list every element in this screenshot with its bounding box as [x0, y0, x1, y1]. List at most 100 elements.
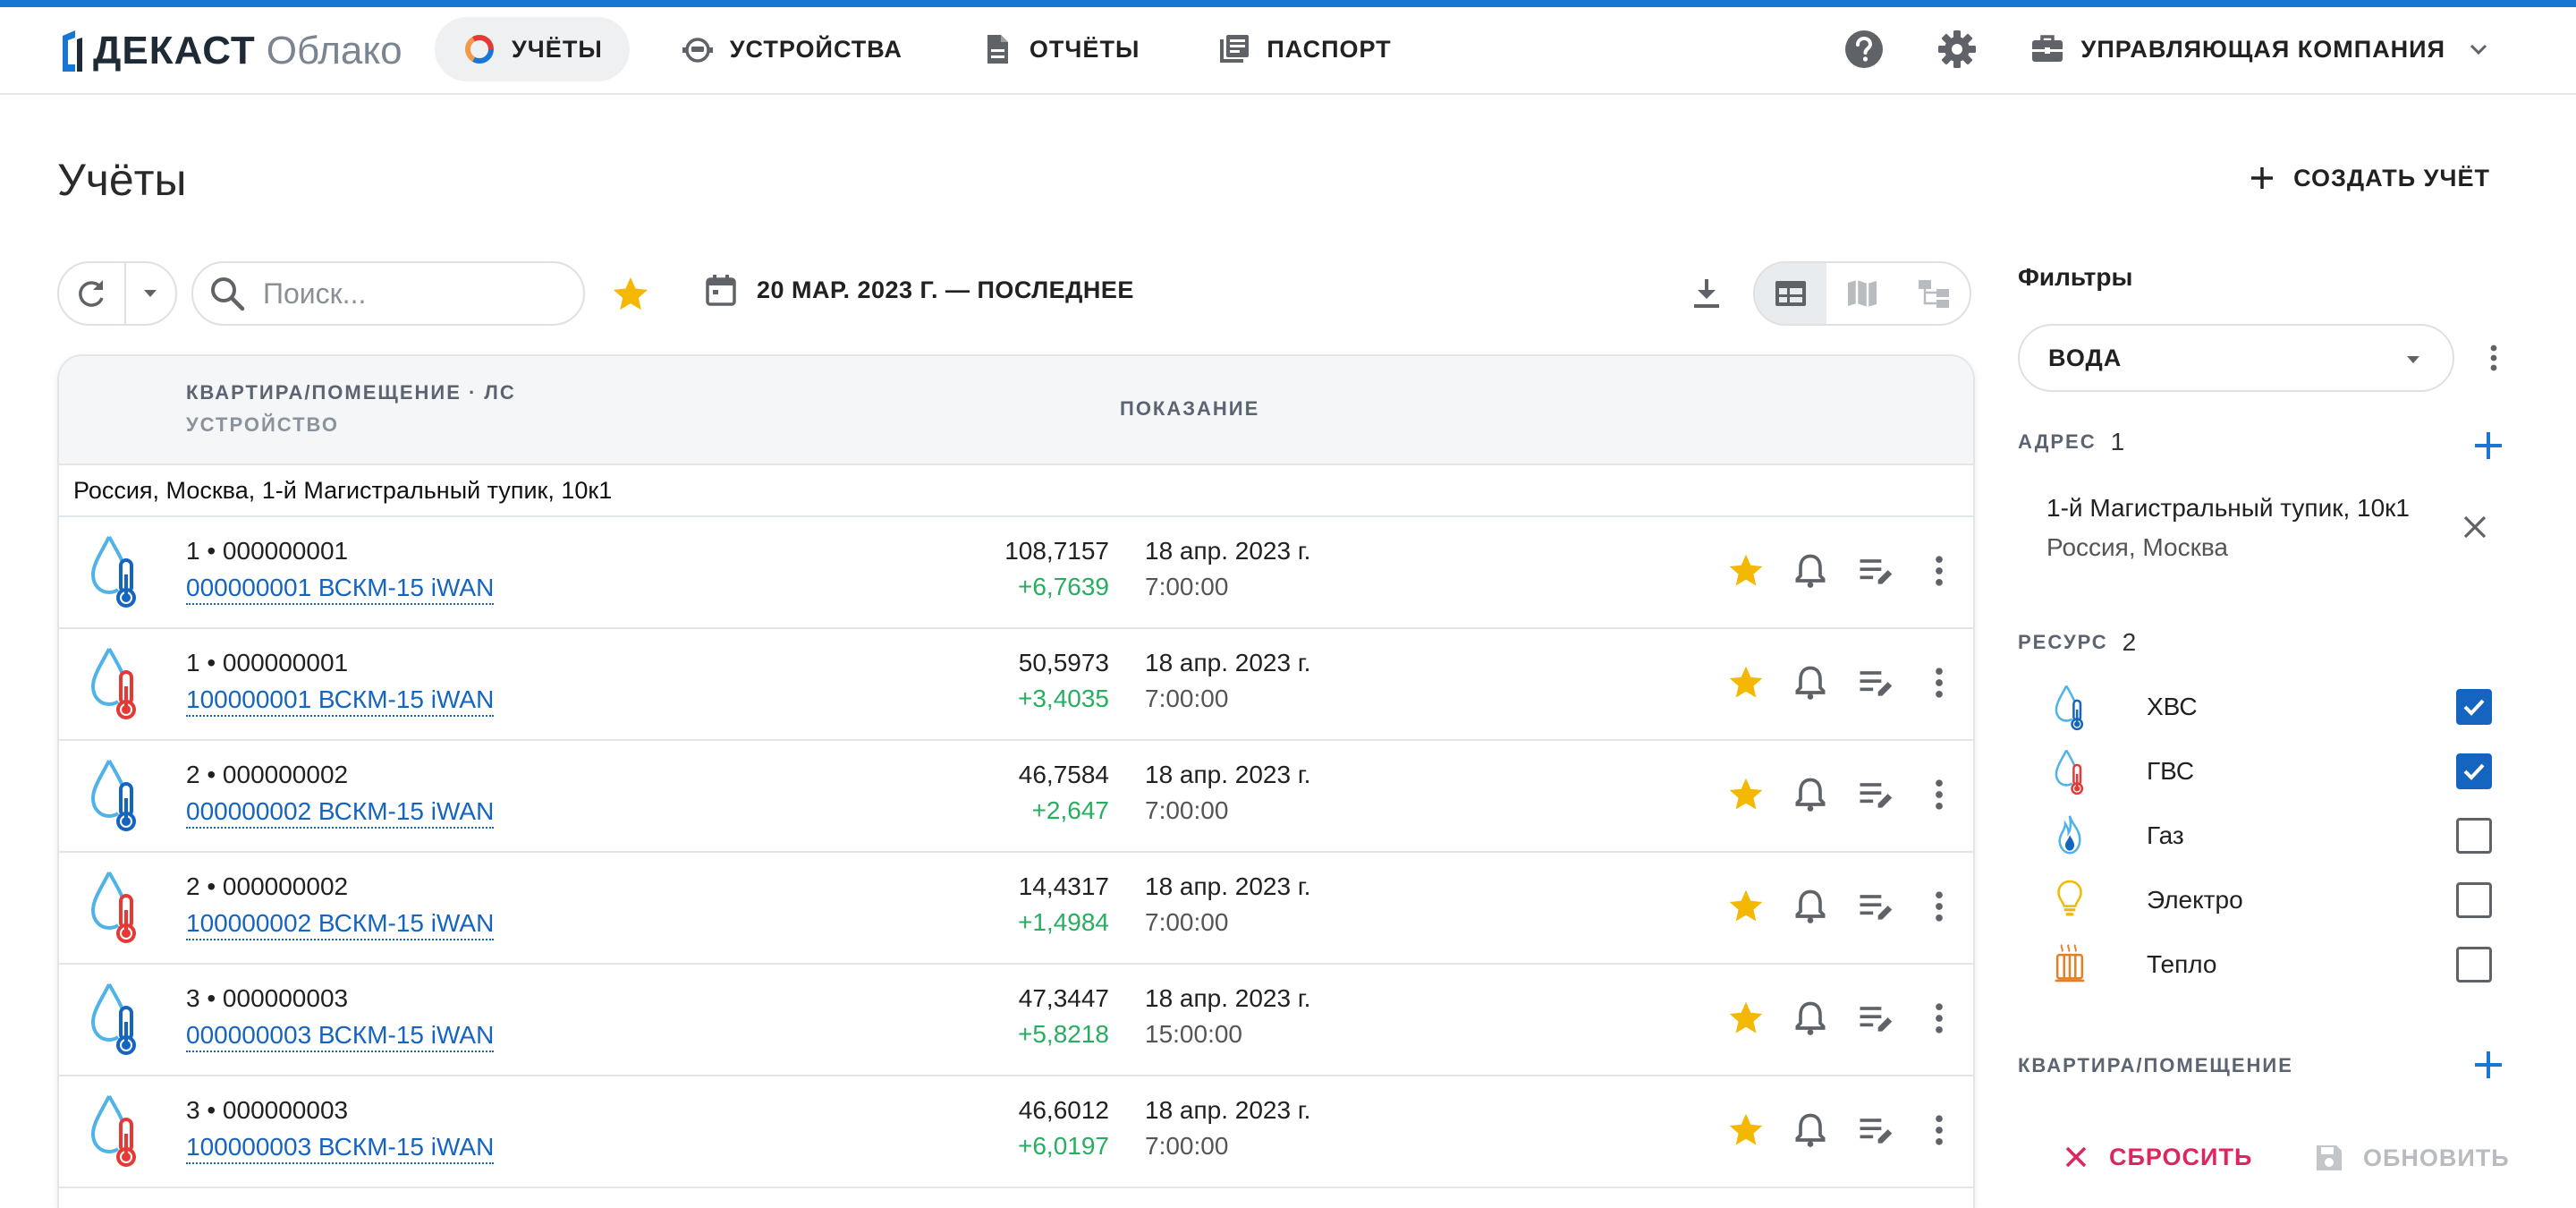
resource-option[interactable]: ГВС: [2018, 744, 2519, 798]
table-row[interactable]: 2 • 000000002 000000002 ВСКМ-15 iWAN 46,…: [59, 741, 1973, 853]
device-link[interactable]: 100000003 ВСКМ-15 iWAN: [186, 1132, 495, 1164]
table-header: КВАРТИРА/ПОМЕЩЕНИЕ · ЛС УСТРОЙСТВО ПОКАЗ…: [59, 356, 1973, 465]
more-vertical-icon[interactable]: [1919, 663, 1959, 702]
edit-note-icon[interactable]: [1855, 663, 1894, 702]
filter-preset-select[interactable]: ВОДА: [2018, 324, 2454, 392]
edit-note-icon[interactable]: [1855, 1110, 1894, 1150]
reading-delta: +3,4035: [1018, 685, 1109, 712]
update-filters-button[interactable]: ОБНОВИТЬ: [2313, 1142, 2510, 1174]
device-link[interactable]: 000000002 ВСКМ-15 iWAN: [186, 796, 495, 829]
edit-note-icon[interactable]: [1855, 999, 1894, 1038]
logo-brand: ДЕКАСТ: [93, 29, 256, 72]
add-address-plus-icon[interactable]: [2470, 428, 2506, 464]
update-filters-label: ОБНОВИТЬ: [2363, 1144, 2510, 1171]
row-actions: [1701, 663, 1959, 702]
nav-accounting[interactable]: УЧЁТЫ: [435, 17, 630, 81]
more-vertical-icon[interactable]: [1919, 887, 1959, 926]
more-vertical-icon[interactable]: [1919, 999, 1959, 1038]
edit-note-icon[interactable]: [1855, 551, 1894, 591]
search-box: [191, 261, 585, 326]
view-map-button[interactable]: [1826, 263, 1898, 324]
address-group-row: Россия, Москва, 1-й Магистральный тупик,…: [59, 465, 1973, 517]
nav-devices[interactable]: УСТРОЙСТВА: [653, 17, 929, 81]
company-selector[interactable]: УПРАВЛЯЮЩАЯ КОМПАНИЯ: [2029, 31, 2492, 67]
more-vertical-icon[interactable]: [1919, 551, 1959, 591]
calendar-icon: [706, 275, 736, 306]
table-row[interactable]: 3 • 000000003 000000003 ВСКМ-15 iWAN 47,…: [59, 965, 1973, 1076]
more-vertical-icon[interactable]: [1919, 1110, 1959, 1150]
more-vertical-icon[interactable]: [1919, 775, 1959, 814]
reading-value: 46,6012: [1018, 1096, 1109, 1124]
bell-icon[interactable]: [1791, 663, 1830, 702]
bell-icon[interactable]: [1791, 887, 1830, 926]
address-label: АДРЕС: [2018, 430, 2097, 453]
create-accounting-button[interactable]: СОЗДАТЬ УЧЁТ: [2247, 163, 2490, 193]
refresh-options-button[interactable]: [126, 263, 175, 324]
resource-checkbox[interactable]: [2456, 947, 2492, 983]
resource-checkbox[interactable]: [2456, 689, 2492, 725]
gear-icon[interactable]: [1936, 29, 1978, 70]
view-table-button[interactable]: [1755, 263, 1826, 324]
table-body: 1 • 000000001 000000001 ВСКМ-15 iWAN 108…: [59, 517, 1973, 1188]
table-row[interactable]: 2 • 000000002 100000002 ВСКМ-15 iWAN 14,…: [59, 853, 1973, 965]
favorite-star-icon[interactable]: [1726, 1110, 1766, 1150]
favorites-filter-star-icon[interactable]: [610, 274, 651, 315]
resource-option[interactable]: ХВС: [2018, 680, 2519, 734]
bell-icon[interactable]: [1791, 775, 1830, 814]
resource-option[interactable]: Газ: [2018, 809, 2519, 863]
device-link[interactable]: 000000003 ВСКМ-15 iWAN: [186, 1020, 495, 1052]
help-icon[interactable]: [1843, 29, 1885, 70]
nav-passport-label: ПАСПОРТ: [1267, 35, 1392, 63]
plus-icon: [2251, 167, 2274, 189]
reading-time: 7:00:00: [1145, 573, 1229, 600]
reset-filters-button[interactable]: СБРОСИТЬ: [2061, 1142, 2252, 1172]
resource-checkbox[interactable]: [2456, 818, 2492, 854]
nav-reports[interactable]: ОТЧЁТЫ: [953, 17, 1166, 81]
favorite-star-icon[interactable]: [1726, 887, 1766, 926]
device-link[interactable]: 100000001 ВСКМ-15 iWAN: [186, 685, 495, 717]
nav-passport[interactable]: ПАСПОРТ: [1190, 17, 1418, 81]
reading-date: 18 апр. 2023 г.: [1145, 1096, 1311, 1124]
add-apartment-plus-icon[interactable]: [2470, 1047, 2506, 1083]
table-row[interactable]: 1 • 000000001 100000001 ВСКМ-15 iWAN 50,…: [59, 629, 1973, 741]
resource-checkbox[interactable]: [2456, 753, 2492, 789]
resource-option[interactable]: Электро: [2018, 873, 2519, 927]
device-link[interactable]: 100000002 ВСКМ-15 iWAN: [186, 908, 495, 940]
resource-checkbox[interactable]: [2456, 882, 2492, 918]
view-tree-button[interactable]: [1898, 263, 1970, 324]
bell-icon[interactable]: [1791, 1110, 1830, 1150]
table-row[interactable]: 3 • 000000003 100000003 ВСКМ-15 iWAN 46,…: [59, 1076, 1973, 1188]
remove-address-close-icon[interactable]: [2458, 510, 2492, 544]
passport-book-icon: [1220, 35, 1250, 63]
resource-label: РЕСУРС: [2018, 631, 2108, 653]
bell-icon[interactable]: [1791, 999, 1830, 1038]
reading-value: 47,3447: [1018, 984, 1109, 1012]
favorite-star-icon[interactable]: [1726, 663, 1766, 702]
device-link[interactable]: 000000001 ВСКМ-15 iWAN: [186, 573, 495, 605]
refresh-button[interactable]: [59, 263, 126, 324]
filters-title: Фильтры: [2018, 263, 2133, 291]
more-vertical-icon[interactable]: [2478, 342, 2510, 374]
reading-time: 15:00:00: [1145, 1020, 1242, 1048]
edit-note-icon[interactable]: [1855, 887, 1894, 926]
logo-product: Облако: [266, 29, 402, 72]
column-apartment-header[interactable]: КВАРТИРА/ПОМЕЩЕНИЕ · ЛС: [186, 381, 516, 404]
edit-note-icon[interactable]: [1855, 775, 1894, 814]
bell-icon[interactable]: [1791, 551, 1830, 591]
favorite-star-icon[interactable]: [1726, 775, 1766, 814]
caret-down-icon: [144, 290, 157, 297]
logo[interactable]: ДЕКАСТ Облако: [59, 29, 402, 73]
date-range-picker[interactable]: 20 МАР. 2023 Г. — ПОСЛЕДНЕЕ: [703, 272, 1134, 308]
cold-water-icon: [90, 536, 136, 608]
favorite-star-icon[interactable]: [1726, 551, 1766, 591]
favorite-star-icon[interactable]: [1726, 999, 1766, 1038]
download-icon[interactable]: [1687, 274, 1726, 313]
table-row[interactable]: 1 • 000000001 000000001 ВСКМ-15 iWAN 108…: [59, 517, 1973, 629]
resource-option[interactable]: Тепло: [2018, 938, 2519, 991]
reading-value: 108,7157: [1004, 537, 1109, 565]
refresh-icon: [79, 280, 105, 307]
column-reading-header[interactable]: ПОКАЗАНИЕ: [1120, 397, 1259, 421]
resource-option-label: Тепло: [2147, 950, 2217, 978]
search-input[interactable]: [263, 276, 567, 311]
reset-filters-label: СБРОСИТЬ: [2109, 1143, 2253, 1170]
